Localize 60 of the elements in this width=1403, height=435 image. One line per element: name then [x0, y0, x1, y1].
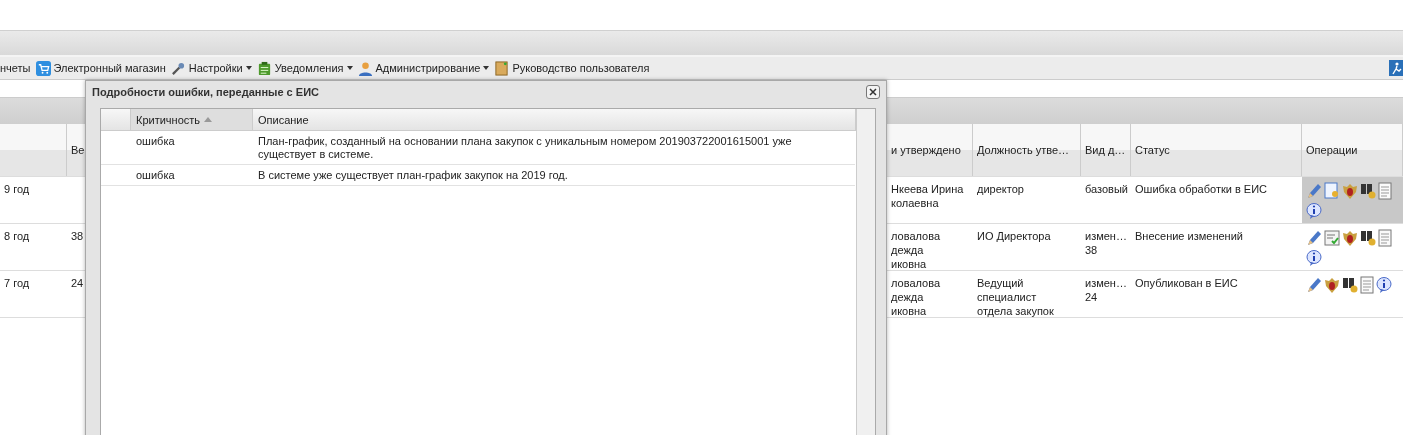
dialog-title: Подробности ошибки, переданные с ЕИС — [92, 86, 319, 98]
table-cell: ловалова дежда иковна — [891, 277, 940, 317]
book-icon — [494, 60, 510, 76]
table-cell: измен… 38 — [1085, 230, 1127, 256]
column-header[interactable]: Ве — [71, 143, 85, 157]
table-cell: 7 год — [4, 277, 30, 289]
column-header[interactable]: и утверждено — [891, 143, 961, 157]
emblem-icon[interactable] — [1324, 276, 1340, 294]
column-header[interactable]: Статус — [1135, 143, 1170, 157]
info-icon[interactable] — [1306, 202, 1322, 220]
emblem-icon[interactable] — [1342, 229, 1358, 247]
table-cell: ловалова дежда иковна — [891, 230, 940, 270]
table-cell: директор — [977, 183, 1024, 195]
table-cell: 38 — [71, 230, 84, 242]
table-cell: ИО Директора — [977, 230, 1051, 242]
table-cell: 9 год — [4, 183, 30, 195]
column-header[interactable]: Должность утве… — [977, 143, 1070, 157]
exit-icon[interactable] — [1389, 60, 1403, 76]
menu-item[interactable]: Настройки — [170, 60, 252, 76]
menu-item[interactable]: Руководство пользователя — [494, 60, 650, 76]
column-header[interactable]: Операции — [1306, 143, 1358, 157]
table-cell: ошибка — [136, 135, 175, 147]
cart-icon — [35, 60, 51, 76]
binoculars-icon[interactable] — [1360, 182, 1376, 200]
table-cell: Ведущий специалист отдела закупок — [977, 277, 1054, 317]
caret-icon — [483, 66, 490, 70]
column-header[interactable]: Критичность — [131, 109, 253, 130]
person-icon — [357, 60, 373, 76]
menu-item[interactable]: Электронный магазин — [35, 60, 166, 76]
column-header[interactable]: Вид д… — [1085, 143, 1126, 157]
info-icon[interactable] — [1306, 249, 1322, 267]
table-cell: ошибка — [136, 169, 175, 181]
menu-item[interactable]: Уведомления — [256, 60, 353, 76]
pencil-icon[interactable] — [1306, 229, 1322, 247]
wrench-icon — [170, 60, 186, 76]
menu-item[interactable]: Администрирование — [357, 60, 490, 76]
document-check-icon[interactable] — [1324, 229, 1340, 247]
table-cell: В системе уже существует план-график закупок на 2019 год. — [258, 169, 568, 181]
close-icon — [869, 88, 877, 96]
binoculars-icon[interactable] — [1342, 276, 1358, 294]
table-cell: Опубликован в ЕИС — [1135, 277, 1238, 289]
table-cell: Внесение изменений — [1135, 230, 1243, 242]
table-cell: базовый — [1085, 183, 1128, 195]
table-cell: Ошибка обработки в ЕИС — [1135, 183, 1268, 195]
caret-icon — [245, 66, 252, 70]
table-cell: 8 год — [4, 230, 30, 242]
binoculars-icon[interactable] — [1360, 229, 1376, 247]
table-cell: Нкеева Ирина колаевна — [891, 183, 964, 209]
table-cell: План-график, созданный на основании плана закупок с уникальным номером 201903722001615001 уже существует в системе. — [258, 135, 792, 160]
table-cell: 24 — [71, 277, 84, 289]
close-button[interactable] — [866, 85, 880, 99]
scrollbar[interactable] — [856, 109, 875, 435]
table-cell: измен… 24 — [1085, 277, 1127, 303]
info-icon[interactable] — [1376, 276, 1392, 294]
sort-up-icon — [204, 117, 213, 122]
pencil-icon[interactable] — [1306, 276, 1322, 294]
clipboard-icon — [256, 60, 272, 76]
emblem-icon[interactable] — [1342, 182, 1358, 200]
menu-item[interactable]: нчеты — [0, 62, 31, 74]
caret-icon — [346, 66, 353, 70]
